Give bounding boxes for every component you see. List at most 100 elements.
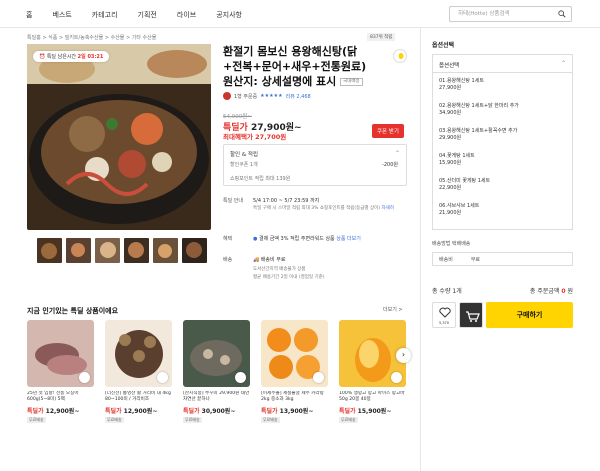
card-image[interactable]: [261, 320, 328, 387]
nav-exhibition[interactable]: 기획전: [138, 10, 157, 20]
shipping-method-label: 배송방법 택배배송: [432, 241, 471, 247]
truck-icon: 🚚: [253, 257, 260, 263]
review-link[interactable]: 리뷰 2,468: [286, 93, 311, 100]
timer-value: 2일 03:21: [77, 54, 104, 60]
card-price-label: 특딜가: [261, 408, 278, 415]
option-select[interactable]: 옵션선택 ⌃ 01.용왕해신탕 1세트 27,900원 02.용왕해신탕 1세트+닭…: [432, 54, 573, 230]
benefit-label: 혜택: [223, 236, 233, 242]
buy-button[interactable]: 구매하기: [486, 302, 573, 328]
seller-row: 1형 주문중 ★★★★★ 리뷰 2,468: [223, 92, 311, 100]
card-price-value: 30,900원~: [201, 408, 236, 415]
heart-icon: [439, 307, 451, 318]
like-button[interactable]: 5,370: [432, 302, 456, 328]
total-amount-unit: 원: [567, 288, 573, 295]
shipping-note-2: 평균 배송기간 2일 이내 (영업일 기준): [253, 275, 325, 280]
deal-timer: ⏰ 특딜 남은시간 2일 03:21: [33, 51, 110, 62]
search-input[interactable]: 히테(Hotte) 상품검색: [449, 6, 572, 22]
thumbnail[interactable]: [153, 238, 178, 263]
coupon-button[interactable]: 쿠폰 받기: [372, 124, 404, 138]
nav-home[interactable]: 홈: [26, 10, 32, 20]
option-price: 34,900원: [439, 110, 462, 116]
product-card[interactable]: 25년 첫 입항! 선동 오징어 600g(5~8미) 5팩 특딜가 12,90…: [27, 320, 94, 423]
nav-best[interactable]: 베스트: [52, 10, 71, 20]
benefit-value: 결제 금액 3% 적립 주면라워드 상품: [258, 236, 335, 242]
shipping-fee-value: 무료: [470, 257, 481, 263]
shipping-label: 배송: [223, 257, 233, 263]
nav-notice[interactable]: 공지사항: [216, 10, 242, 20]
product-card[interactable]: 100% 생망고 망고 아이스 망고바 50g 20봉 40봉 특딜가 15,9…: [339, 320, 406, 423]
order-count: 1형 주문중: [234, 93, 258, 100]
shipping-fee-select[interactable]: 배송비 무료: [432, 252, 573, 266]
order-totals: 총 수량 1개 총 주문금액 0 원: [432, 286, 573, 295]
heart-icon[interactable]: [157, 372, 168, 383]
benefit-more-link[interactable]: 상품 더보기: [336, 236, 361, 242]
card-title: [이제주몰] 제철불굴 제주 카라향 2kg 중소과 3kg: [261, 391, 324, 402]
card-chip: 무료배송: [261, 417, 280, 423]
card-price-value: 15,900원~: [357, 408, 392, 415]
card-image[interactable]: [105, 320, 172, 387]
card-image[interactable]: [183, 320, 250, 387]
option-item[interactable]: 06.샤브샤브 1세트 21,900원: [433, 198, 572, 223]
chevron-right-icon[interactable]: ›: [396, 348, 411, 363]
product-card[interactable]: [더신선] 통영산 활 거리비 대 4kg 80~100미 / 거리비조 특딜가…: [105, 320, 172, 423]
card-image[interactable]: [27, 320, 94, 387]
nav-menu: 홈 베스트 카테고리 기획전 라이브 공지사항: [26, 10, 262, 20]
cart-button[interactable]: [459, 302, 483, 328]
card-price: 특딜가 30,900원~: [183, 406, 250, 415]
option-item[interactable]: 05.산더미 꽃게탕 1세트 22,900원: [433, 173, 572, 198]
product-card[interactable]: [이제주몰] 제철불굴 제주 카라향 2kg 중소과 3kg 특딜가 13,90…: [261, 320, 328, 423]
like-count: 5,370: [438, 321, 450, 325]
search-icon[interactable]: [558, 10, 566, 18]
option-name: 05.산더미 꽃게탕 1세트: [439, 178, 491, 184]
order-actions: 5,370 구매하기: [432, 302, 573, 328]
rank-badge: 837위 적립: [367, 33, 396, 41]
thumbnail[interactable]: [182, 238, 207, 263]
benefit-row: 혜택 ● 결제 금액 3% 적립 주면라워드 상품 상품 더보기: [223, 235, 361, 242]
timer-label: 특딜 남은시간: [46, 54, 77, 60]
product-card[interactable]: [산지직송] 쭈꾸미 29,900원 태안 자연산 끝하나 특딜가 30,900…: [183, 320, 250, 423]
heart-icon[interactable]: [313, 372, 324, 383]
option-item[interactable]: 02.용왕해신탕 1세트+닭 한마리 추가 34,900원: [433, 98, 572, 123]
card-price-label: 특딜가: [339, 408, 356, 415]
card-price-label: 특딜가: [183, 408, 200, 415]
option-name: 01.용왕해신탕 1세트: [439, 78, 484, 84]
nav-live[interactable]: 라이브: [177, 10, 196, 20]
popular-more-link[interactable]: 더보기 >: [383, 306, 403, 313]
lightbulb-icon: [398, 53, 404, 59]
popular-section-title: 지금 인기있는 특딜 상품이에요: [27, 307, 119, 315]
heart-icon[interactable]: [235, 372, 246, 383]
card-title: [더신선] 통영산 활 거리비 대 4kg 80~100미 / 거리비조: [105, 391, 171, 402]
option-item[interactable]: 01.용왕해신탕 1세트 27,900원: [433, 73, 572, 98]
card-price-label: 특딜가: [105, 408, 122, 415]
option-item[interactable]: 04.꽃게탕 1세트 15,900원: [433, 148, 572, 173]
card-chip: 무료배송: [339, 417, 358, 423]
nav-category[interactable]: 카테고리: [92, 10, 118, 20]
deal-detail-link[interactable]: 자세히: [381, 206, 393, 211]
thumbnail[interactable]: [124, 238, 149, 263]
seller-avatar[interactable]: [223, 92, 231, 100]
card-price-label: 특딜가: [27, 408, 44, 415]
option-selected-text: 옵션선택: [439, 63, 460, 69]
thumbnail[interactable]: [37, 238, 62, 263]
thumbnail[interactable]: [95, 238, 120, 263]
chevron-up-icon[interactable]: ⌃: [395, 150, 400, 157]
thumbnail[interactable]: [66, 238, 91, 263]
heart-icon[interactable]: [79, 372, 90, 383]
breadcrumb[interactable]: 특딜홈 > 식품 > 밀키트/농축수산물 > 수산물 > 기타 수산물: [27, 34, 156, 41]
deal-info-value: 5/4 17:00 ~ 5/7 23:59 까지: [253, 198, 320, 204]
shipping-note-1: 도서산간지역 배송불가 상품: [253, 267, 306, 272]
card-price: 특딜가 15,900원~: [339, 406, 406, 415]
discount-box[interactable]: 할인 & 적립 ⌃ 할인쿠폰 1개 -200원 쇼핑포인트 적립 최대 139원: [223, 144, 407, 186]
points-row: 쇼핑포인트 적립 최대 139원: [230, 176, 291, 182]
shipping-value: 배송비 무료: [260, 257, 286, 263]
card-price: 특딜가 13,900원~: [261, 406, 328, 415]
option-select-header[interactable]: 옵션선택 ⌃: [433, 55, 572, 73]
option-item[interactable]: 03.용왕해신탕 1세트+활꼭수면 추가 29,900원: [433, 123, 572, 148]
chevron-up-icon: ⌃: [560, 60, 566, 67]
heart-icon[interactable]: [391, 372, 402, 383]
card-chip: 무료배송: [27, 417, 46, 423]
domestic-badge: 국내배송: [340, 78, 363, 86]
favorite-button[interactable]: [393, 49, 407, 63]
deal-info-note: 특딜 구매 시 스마일 적립 최대 3% 쇼핑포인트를 적립(등급별 상이) 자…: [253, 205, 408, 212]
total-amount: 총 주문금액 0 원: [530, 286, 573, 295]
